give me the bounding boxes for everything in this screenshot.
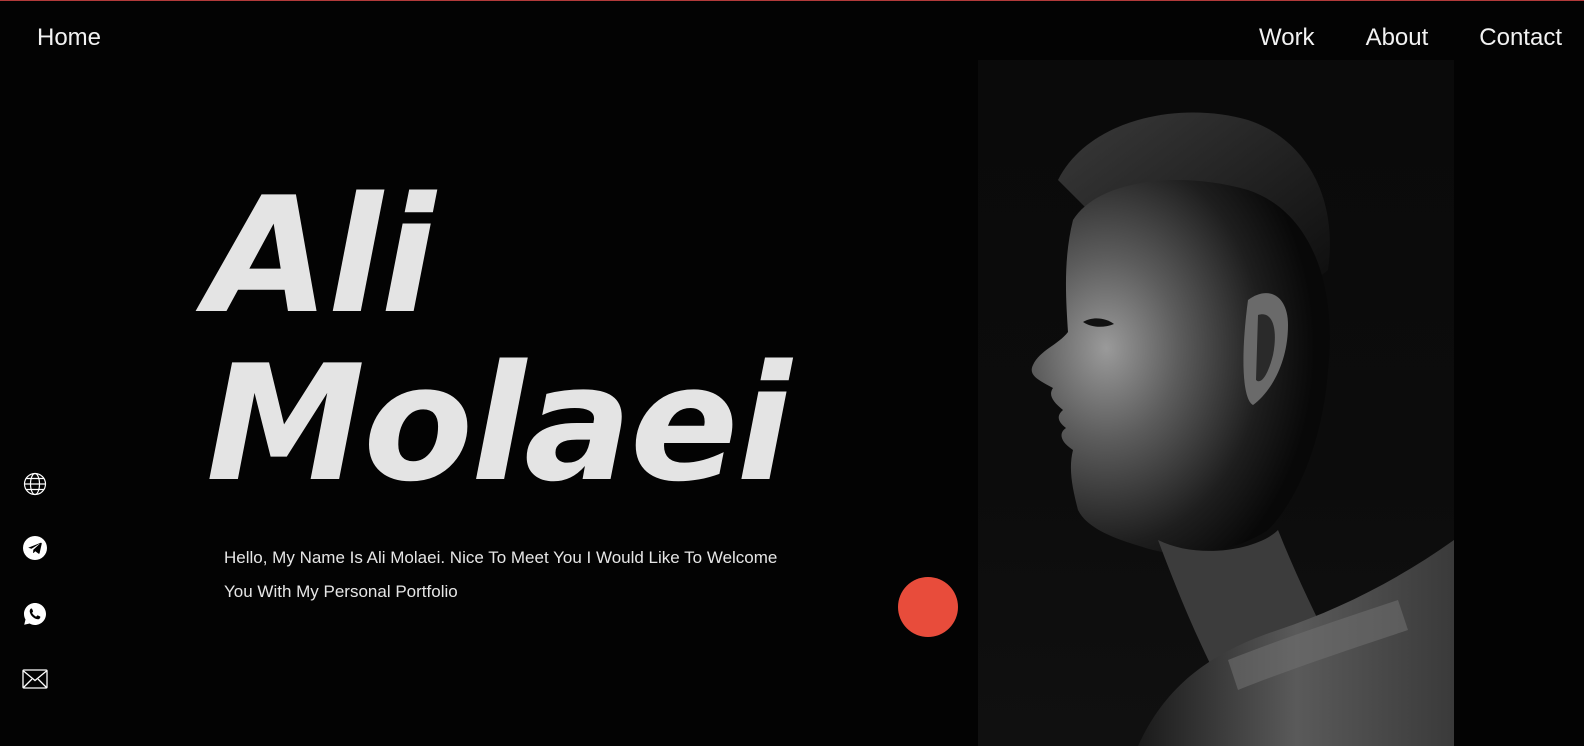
whatsapp-icon[interactable] [22,601,48,627]
nav-work-link[interactable]: Work [1259,24,1315,52]
intro-text: Hello, My Name Is Ali Molaei. Nice To Me… [224,548,778,601]
hero-name: Ali Molaei [206,162,791,517]
globe-icon[interactable] [22,471,48,497]
hero-first-name: Ali [206,162,436,349]
top-accent-line [0,0,1584,1]
profile-portrait [978,60,1454,746]
nav-contact-link[interactable]: Contact [1479,24,1562,52]
nav-home-link[interactable]: Home [37,24,101,52]
main-nav: Work About Contact [1208,24,1562,52]
mail-icon[interactable] [22,666,48,692]
hero-last-name: Molaei [206,330,791,517]
portfolio-page: Home Work About Contact Ali Molaei Hello… [0,0,1584,746]
nav-about-link[interactable]: About [1366,24,1429,52]
accent-dot [898,577,958,637]
telegram-icon[interactable] [22,535,48,561]
